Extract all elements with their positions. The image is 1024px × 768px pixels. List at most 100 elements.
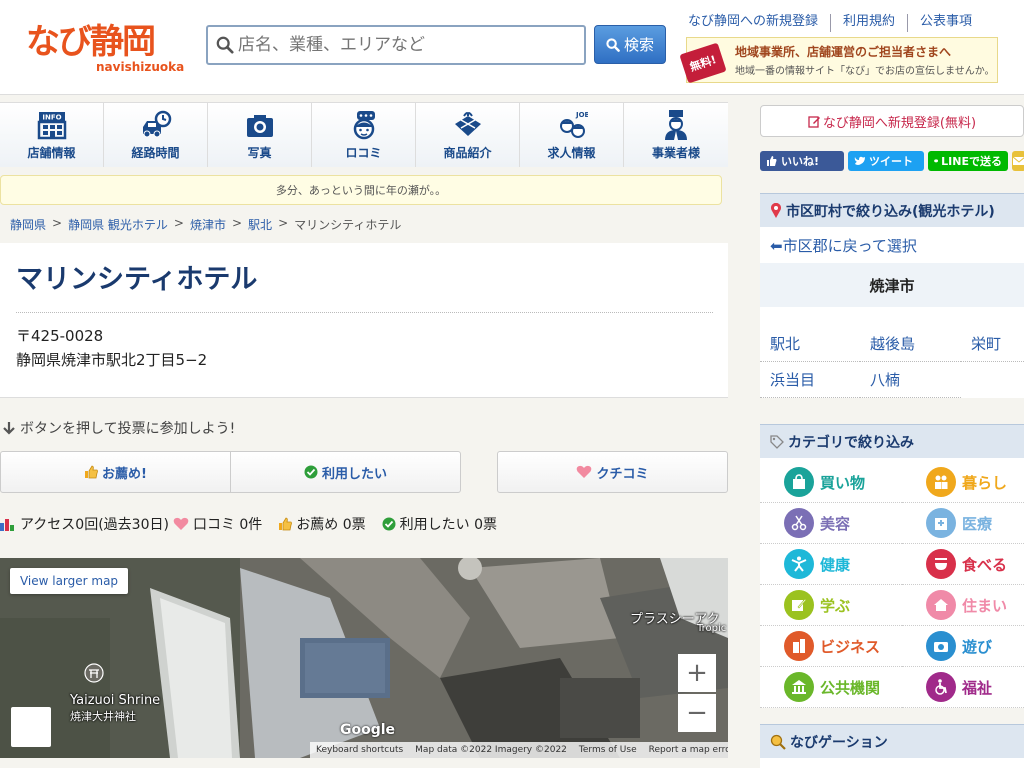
line-label: LINEで送る [941, 155, 1002, 168]
twitter-label: ツイート [869, 155, 913, 168]
chat-face-icon [353, 111, 375, 140]
area-filter-heading: 市区町村で絞り込み(観光ホテル) [760, 193, 1024, 227]
tab-route-time[interactable]: 経路時間 [104, 103, 208, 167]
category-business[interactable]: ビジネス [760, 626, 902, 667]
gift-icon [454, 112, 481, 136]
breadcrumb-city[interactable]: 焼津市 [190, 216, 226, 233]
zoom-out-button[interactable]: − [678, 694, 716, 732]
street-view-pegman[interactable] [11, 707, 51, 747]
free-badge: 無料! [679, 42, 727, 84]
view-larger-map-link[interactable]: View larger map [10, 568, 128, 594]
category-housing[interactable]: 住まい [902, 585, 1024, 626]
area-item-hamatoume[interactable]: 浜当目 [760, 362, 860, 398]
navigation-panel: なびゲーション [760, 724, 1024, 768]
category-living[interactable]: 暮らし [902, 462, 1024, 503]
category-label: ビジネス [820, 637, 881, 656]
camera-icon [926, 631, 956, 661]
search-box [206, 25, 586, 65]
svg-text:JOB: JOB [575, 111, 588, 119]
search-input[interactable] [238, 29, 578, 61]
category-label: 医療 [962, 514, 993, 533]
tab-business[interactable]: 事業者様 [624, 103, 728, 167]
banner-headline: 地域事業所、店舗運営のご担当者さまへ [735, 45, 952, 59]
category-beauty[interactable]: 美容 [760, 503, 902, 544]
map-label-shrine-ja: 焼津大井神社 [70, 710, 136, 723]
twitter-bird-icon [854, 156, 865, 165]
bar-chart-icon [0, 519, 14, 531]
tab-reviews[interactable]: ロコミ [312, 103, 416, 167]
keyboard-shortcuts-link[interactable]: Keyboard shortcuts [316, 745, 403, 755]
car-clock-icon [142, 110, 171, 138]
tab-label: 求人情報 [547, 146, 596, 160]
link-disclosure[interactable]: 公表事項 [907, 14, 984, 32]
tag-icon [770, 434, 784, 449]
tab-photos[interactable]: 写真 [208, 103, 312, 167]
breadcrumb-current: マリンシティホテル [294, 218, 402, 232]
category-public[interactable]: 公共機関 [760, 667, 902, 708]
area-item-yagusu[interactable]: 八楠 [860, 362, 961, 398]
family-icon [926, 467, 956, 497]
vote-buttons: お薦め! 利用したい [0, 451, 461, 493]
terms-link[interactable]: Terms of Use [579, 745, 637, 755]
recommend-button[interactable]: お薦め! [1, 452, 230, 492]
kuchikomi-button[interactable]: クチコミ [497, 451, 728, 493]
google-map[interactable]: View larger map Yaizuoi Shrine 焼津大井神社 プラ… [0, 558, 728, 758]
want-use-button[interactable]: 利用したい [230, 452, 460, 492]
top-links: なび静岡への新規登録 利用規約 公表事項 [688, 14, 1008, 32]
category-label: 買い物 [820, 473, 866, 492]
facebook-label: いいね! [781, 155, 820, 168]
category-shopping[interactable]: 買い物 [760, 462, 902, 503]
breadcrumb-area[interactable]: 駅北 [248, 216, 272, 233]
breadcrumb-prefecture[interactable]: 静岡県 [10, 216, 46, 233]
category-welfare[interactable]: 福祉 [902, 667, 1024, 708]
google-logo: Google [340, 722, 396, 738]
register-label: なび静岡へ新規登録(無料) [822, 115, 977, 131]
category-label: 福祉 [962, 678, 993, 697]
facebook-like-button[interactable]: いいね! [760, 151, 844, 171]
category-list: 買い物 暮らし 美容 医療 健康 食べる 学ぶ 住まい ビジネス 遊び 公共機関… [760, 458, 1024, 708]
tab-label: 事業者様 [651, 146, 700, 160]
map-pin-icon [771, 202, 781, 218]
link-terms[interactable]: 利用規約 [830, 14, 907, 32]
heart-icon [577, 465, 592, 478]
mail-share-button[interactable] [1012, 151, 1024, 171]
city-heading: 焼津市 [760, 263, 1024, 307]
logo-text: なび静岡 [26, 22, 156, 62]
shop-zip: 〒425-0028 [16, 327, 104, 345]
category-health[interactable]: 健康 [760, 544, 902, 585]
category-medical[interactable]: 医療 [902, 503, 1024, 544]
twitter-tweet-button[interactable]: ツイート [848, 151, 924, 171]
site-logo[interactable]: なび静岡 navishizuoka [26, 22, 184, 78]
report-error-link[interactable]: Report a map error [649, 745, 728, 755]
area-filter-panel: 市区町村で絞り込み(観光ホテル) ⬅市区郡に戻って選択 焼津市 駅北 越後島 栄… [760, 193, 1024, 398]
area-item-ekikita[interactable]: 駅北 [760, 326, 860, 362]
back-to-district-link[interactable]: ⬅市区郡に戻って選択 [760, 227, 1024, 263]
zoom-in-button[interactable]: + [678, 654, 716, 692]
sidebar-register-button[interactable]: なび静岡へ新規登録(無料) [760, 105, 1024, 137]
area-filter-title: 市区町村で絞り込み(観光ホテル) [786, 203, 995, 220]
public-building-icon [784, 672, 814, 702]
area-item-echigojima[interactable]: 越後島 [860, 326, 961, 362]
category-food[interactable]: 食べる [902, 544, 1024, 585]
tab-label: 商品紹介 [443, 146, 492, 160]
advertise-banner[interactable]: 無料! 地域事業所、店舗運営のご担当者さまへ 地域一番の情報サイト「なび」でお店… [679, 37, 998, 84]
line-share-button[interactable]: LINEで送る [928, 151, 1008, 171]
search-button[interactable]: 検索 [594, 25, 666, 64]
shopping-bag-icon [784, 467, 814, 497]
breadcrumb-category[interactable]: 静岡県 観光ホテル [68, 216, 168, 233]
tab-shop-info[interactable]: INFO 店舗情報 [0, 103, 104, 167]
link-register[interactable]: なび静岡への新規登録 [688, 14, 830, 32]
category-learning[interactable]: 学ぶ [760, 585, 902, 626]
category-label: 公共機関 [820, 678, 881, 697]
check-circle-icon [382, 517, 396, 531]
category-play[interactable]: 遊び [902, 626, 1024, 667]
vote-hint-text: ボタンを押して投票に参加しよう! [20, 421, 236, 437]
area-item-sakaemachi[interactable]: 栄町 [961, 326, 1024, 362]
search-icon [606, 37, 620, 52]
map-data-text: Map data ©2022 Imagery ©2022 [415, 745, 567, 755]
navigation-heading: なびゲーション [760, 724, 1024, 758]
tab-jobs[interactable]: JOB 求人情報 [520, 103, 624, 167]
tab-products[interactable]: 商品紹介 [416, 103, 520, 167]
tab-label: 店舗情報 [27, 146, 76, 160]
thumbs-up-icon [767, 156, 777, 166]
